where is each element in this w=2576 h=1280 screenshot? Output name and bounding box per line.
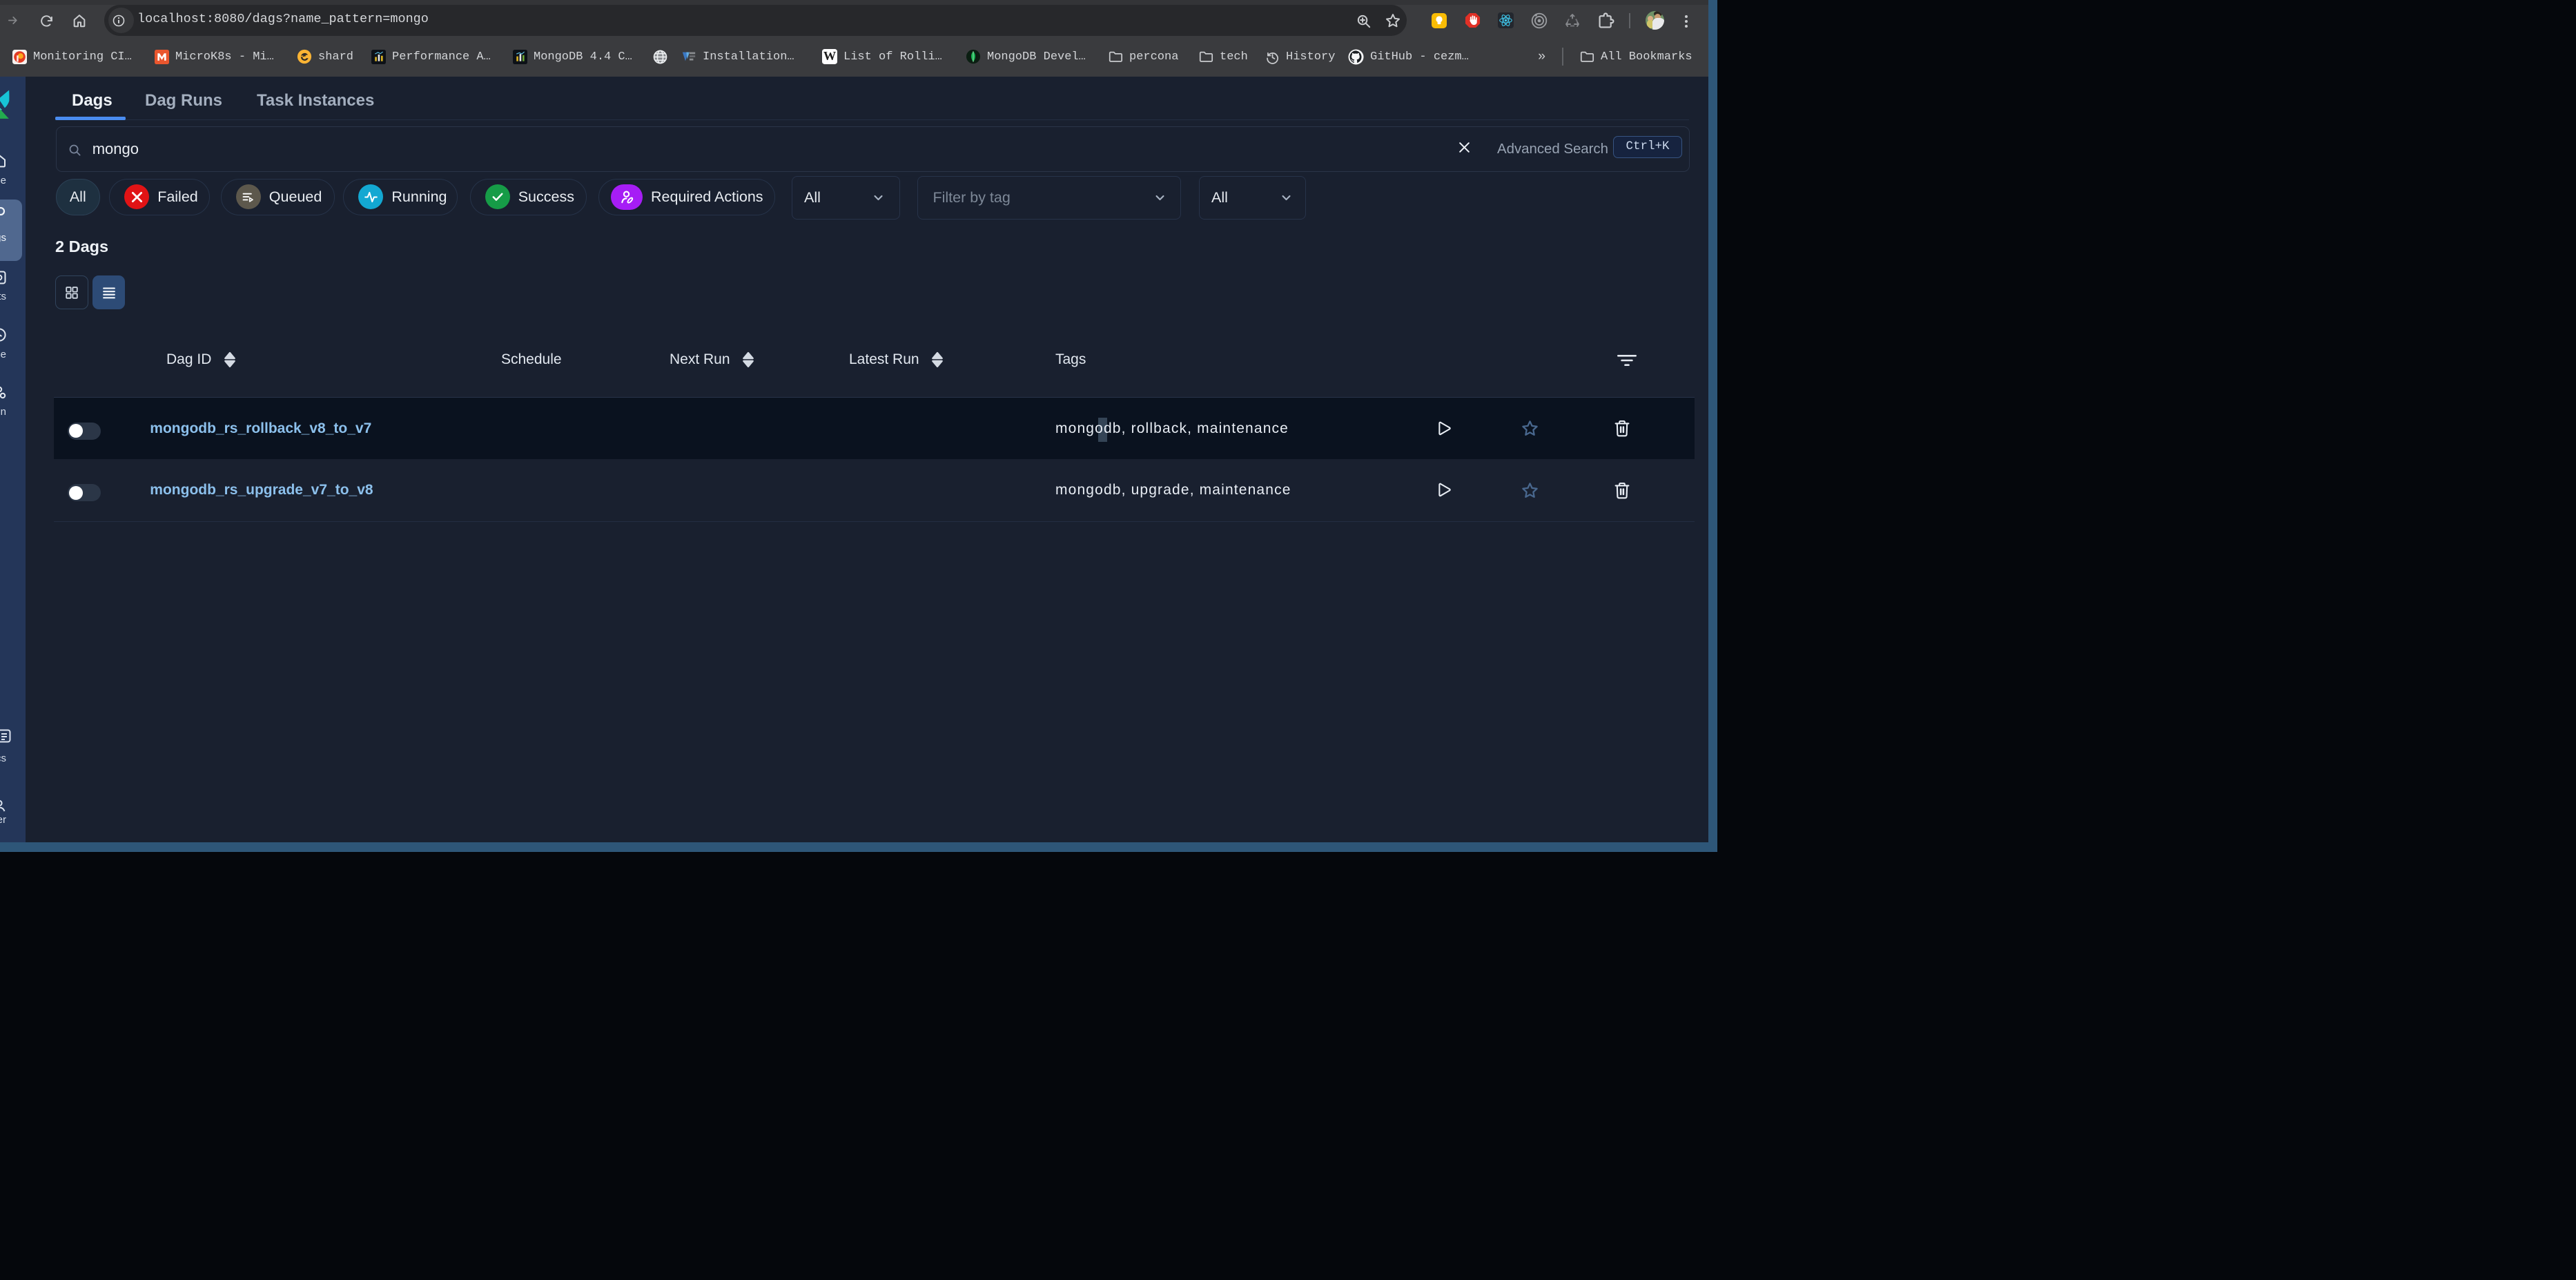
svg-text:W: W: [823, 49, 837, 63]
